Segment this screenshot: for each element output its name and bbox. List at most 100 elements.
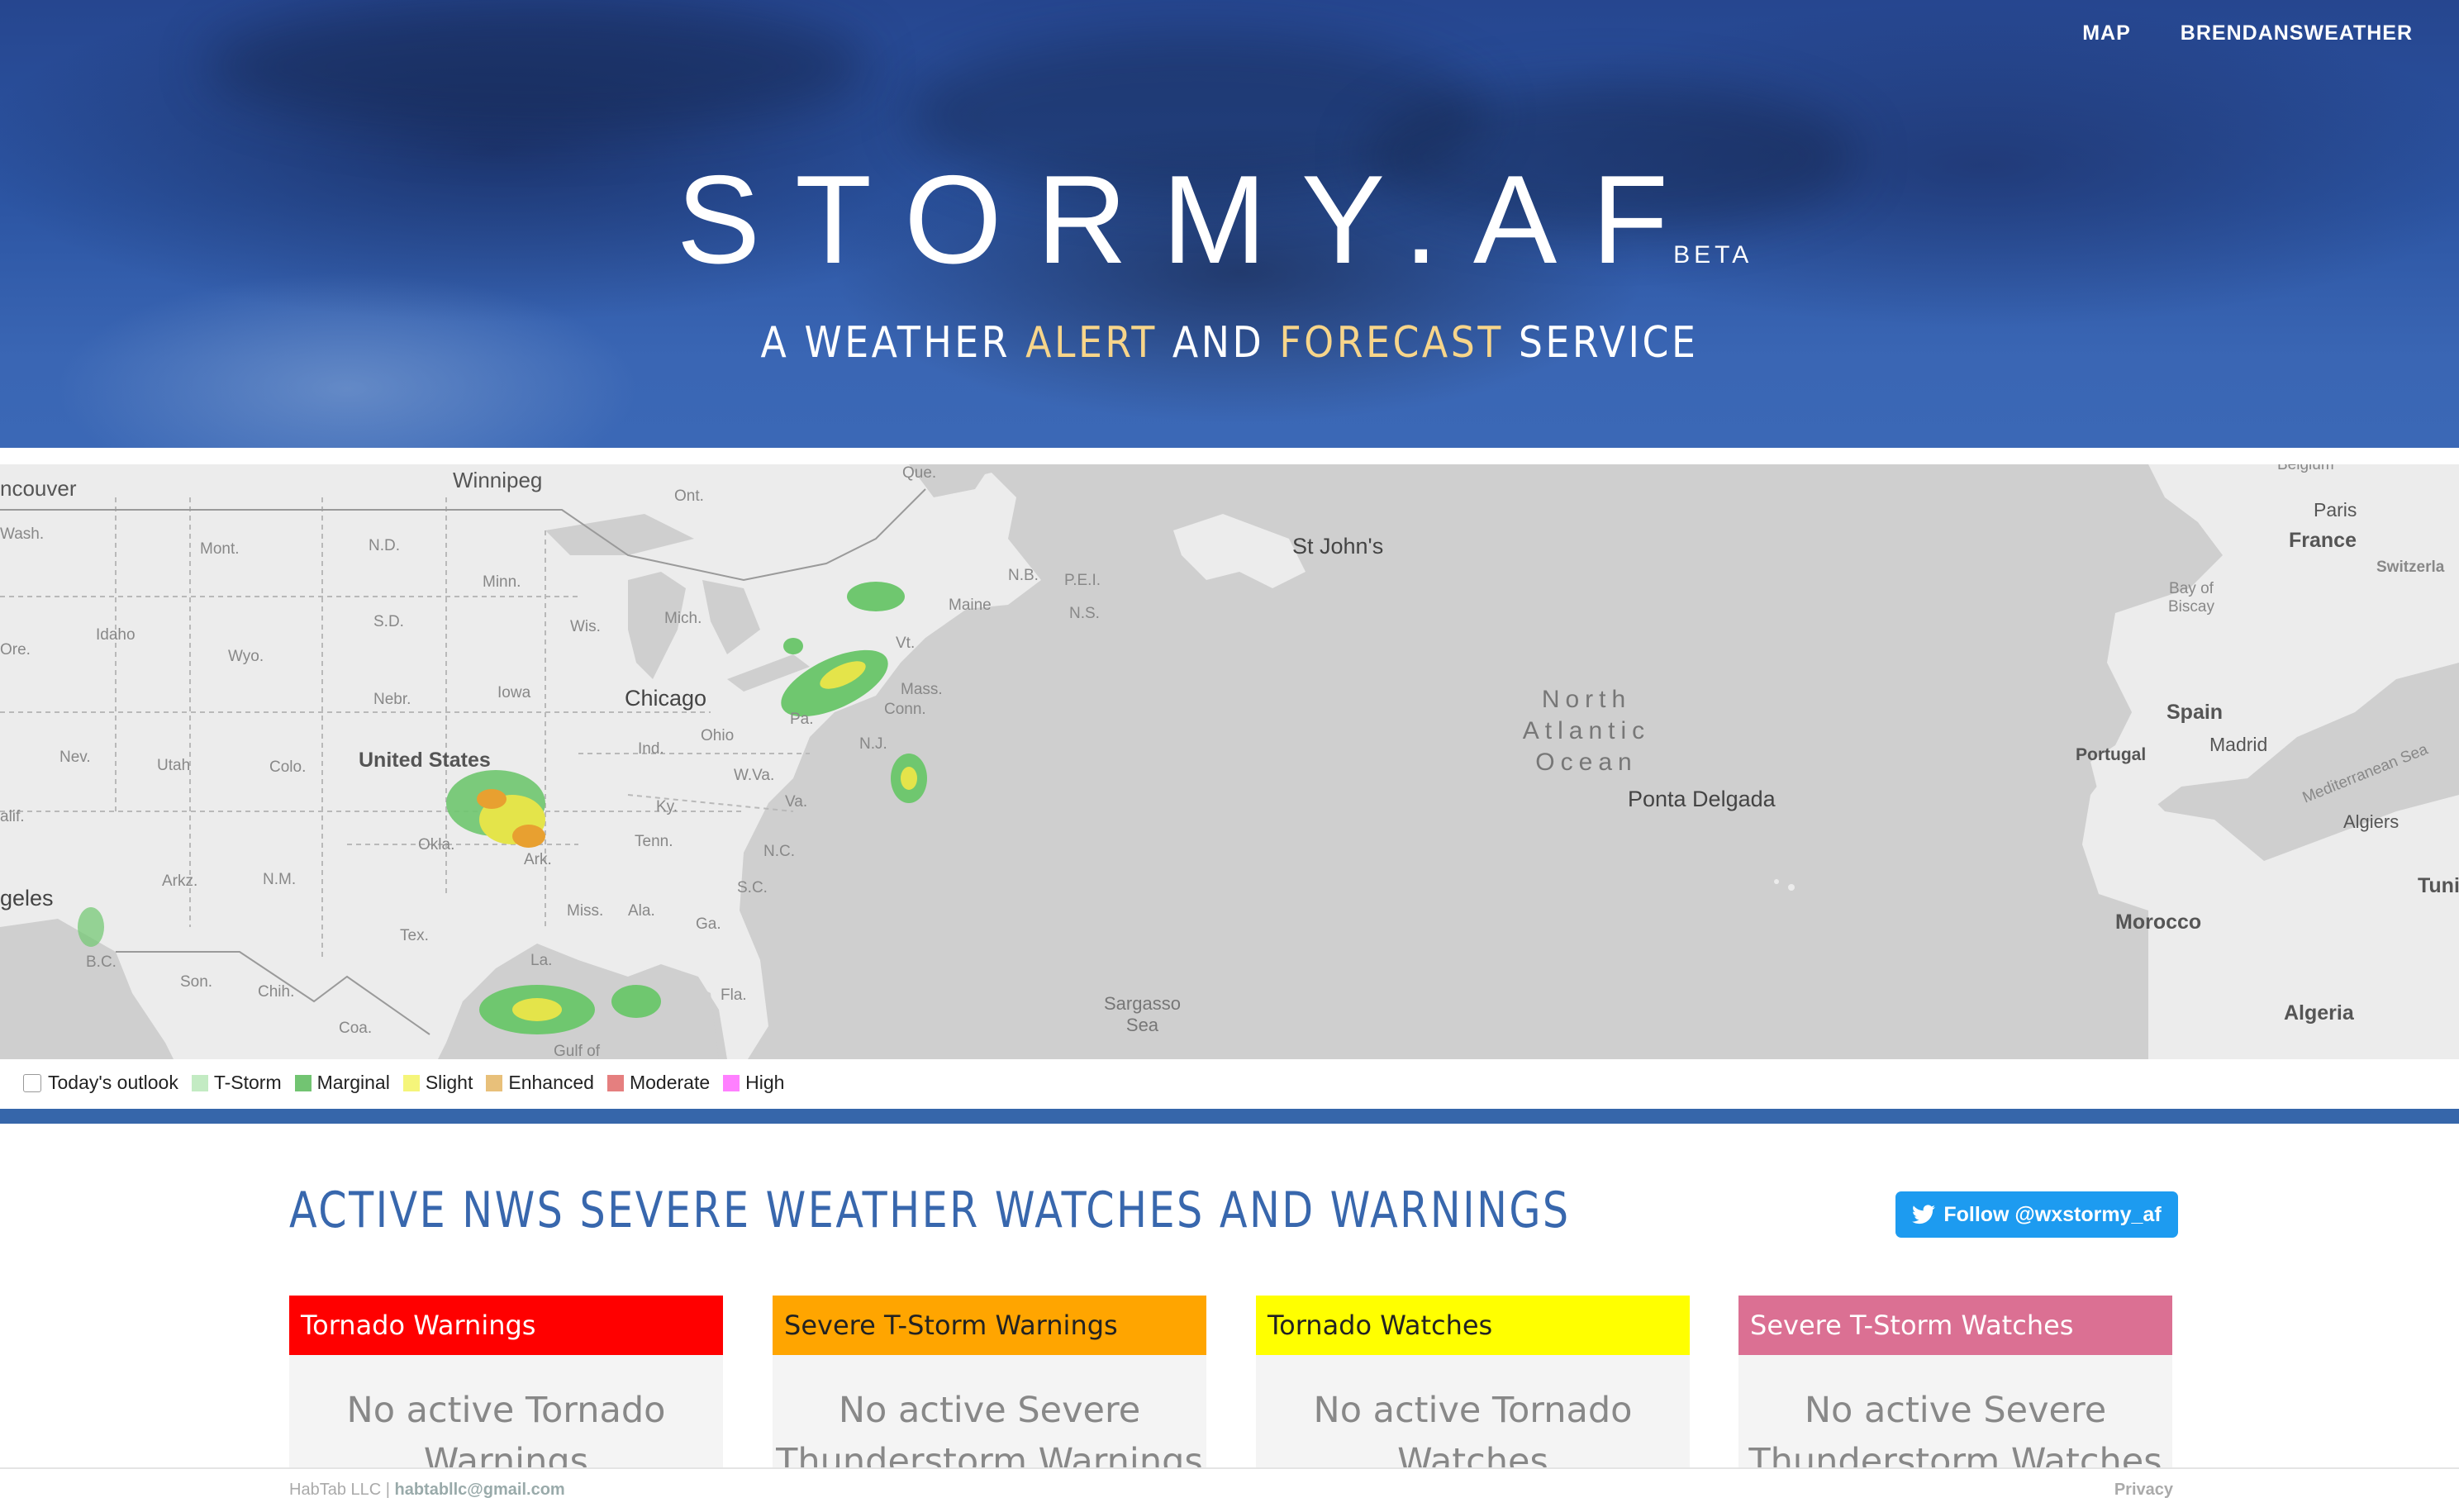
map-label-ala: Ala. bbox=[628, 902, 655, 920]
card-message: Thunderstorm Watches bbox=[1748, 1441, 2162, 1471]
map-label-mass: Mass. bbox=[901, 681, 943, 698]
map-label-ind: Ind. bbox=[638, 740, 664, 758]
beta-badge: BETA bbox=[1673, 241, 1753, 269]
card-header: Severe T-Storm Watches bbox=[1738, 1296, 2172, 1355]
map-label-algiers: Algiers bbox=[2343, 811, 2400, 832]
legend-slight: Slight bbox=[402, 1072, 473, 1094]
map-label-va: Va. bbox=[785, 793, 808, 811]
card-message: Thunderstorm Warnings bbox=[776, 1441, 1203, 1471]
map-label-ore: Ore. bbox=[0, 641, 31, 659]
legend-label: Marginal bbox=[316, 1072, 390, 1093]
map-label-st-johns: St John's bbox=[1292, 534, 1384, 559]
contact-email-link[interactable]: habtabllc@gmail.com bbox=[395, 1481, 565, 1499]
map-label-minn: Minn. bbox=[483, 573, 521, 591]
map-label-spain: Spain bbox=[2166, 701, 2224, 724]
twitter-bird-icon bbox=[1912, 1205, 1936, 1224]
privacy-link[interactable]: Privacy bbox=[2114, 1481, 2173, 1500]
map-label-united-states: United States bbox=[359, 749, 491, 772]
map-label-ponta-delgada: Ponta Delgada bbox=[1628, 787, 1776, 811]
legend-label: Today's outlook bbox=[48, 1072, 178, 1093]
map-label-north-atlantic: North Atlantic Ocean bbox=[1504, 684, 1669, 778]
sargasso-label-line: Sea bbox=[1125, 1015, 1159, 1035]
legend-label: High bbox=[745, 1072, 785, 1093]
tagline-forecast: FORECAST bbox=[1279, 318, 1504, 368]
section-divider bbox=[0, 1109, 2459, 1124]
ocean-label-line: Ocean bbox=[1535, 749, 1638, 776]
map-label-chicago: Chicago bbox=[625, 686, 707, 711]
card-body: No active Severe Thunderstorm Watches bbox=[1738, 1355, 2172, 1471]
card-header: Severe T-Storm Warnings bbox=[773, 1296, 1206, 1355]
legend-label: Enhanced bbox=[508, 1072, 594, 1093]
ocean-label-line: North bbox=[1541, 686, 1632, 713]
map-label-wis: Wis. bbox=[570, 618, 601, 635]
card-message: Warnings bbox=[423, 1441, 589, 1471]
map-label-nev: Nev. bbox=[59, 749, 91, 766]
map-label-morocco: Morocco bbox=[2115, 911, 2202, 934]
map-label-ga: Ga. bbox=[696, 915, 721, 933]
tstorm-swatch bbox=[191, 1074, 208, 1091]
legend-label: Slight bbox=[425, 1072, 473, 1093]
map-label-sc: S.C. bbox=[737, 879, 768, 896]
map-label-conn: Conn. bbox=[884, 701, 926, 718]
tagline-part: AND bbox=[1157, 318, 1280, 368]
map-label-chih: Chih. bbox=[258, 983, 295, 1001]
section-title: ACTIVE NWS SEVERE WEATHER WATCHES AND WA… bbox=[289, 1182, 1571, 1239]
nav-brendansweather-link[interactable]: BRENDANSWEATHER bbox=[2181, 21, 2413, 45]
legend-tstorm: T-Storm bbox=[191, 1072, 282, 1094]
legend-marginal: Marginal bbox=[294, 1072, 390, 1094]
legend-todays-outlook[interactable]: Today's outlook bbox=[23, 1072, 178, 1094]
map-label-bay-of-biscay: Bay of Biscay bbox=[2168, 580, 2214, 616]
map-label-france: France bbox=[2289, 529, 2357, 552]
map-label-algeria: Algeria bbox=[2284, 1001, 2354, 1025]
map-label-paris: Paris bbox=[2314, 499, 2357, 521]
marginal-swatch bbox=[294, 1074, 312, 1091]
azores-island bbox=[1774, 879, 1779, 884]
card-tornado-watches: Tornado Watches No active Tornado Watche… bbox=[1256, 1296, 1690, 1471]
map-label-ont: Ont. bbox=[674, 487, 704, 505]
bay-label-line: Bay of bbox=[2169, 580, 2214, 597]
card-header: Tornado Warnings bbox=[289, 1296, 723, 1355]
follow-label: Follow @wxstormy_af bbox=[1943, 1202, 2162, 1226]
card-message: No active Severe bbox=[1804, 1390, 2107, 1431]
nav-map-link[interactable]: MAP bbox=[2082, 21, 2131, 45]
map-label-madrid: Madrid bbox=[2209, 734, 2268, 755]
map-label-colo: Colo. bbox=[269, 758, 307, 776]
card-body: No active Tornado Warnings bbox=[289, 1355, 723, 1471]
map-label-wva: W.Va. bbox=[734, 767, 775, 784]
todays-outlook-checkbox[interactable] bbox=[23, 1073, 41, 1092]
enhanced-swatch bbox=[486, 1074, 503, 1091]
cloud-shape bbox=[207, 0, 868, 132]
map-label-sargasso-sea: Sargasso Sea bbox=[1104, 993, 1181, 1036]
moderate-swatch bbox=[606, 1074, 624, 1091]
map-label-nc: N.C. bbox=[763, 843, 795, 860]
map-label-belgium: Belgium bbox=[2277, 464, 2334, 473]
card-body: No active Severe Thunderstorm Warnings bbox=[773, 1355, 1206, 1471]
outlook-legend: Today's outlook T-Storm Marginal Slight … bbox=[23, 1072, 797, 1094]
map-label-tenn: Tenn. bbox=[635, 833, 673, 850]
tagline-part: A WEATHER bbox=[760, 318, 1026, 368]
legend-enhanced: Enhanced bbox=[486, 1072, 594, 1094]
map-label-los-angeles: geles bbox=[0, 886, 54, 911]
map-label-switzerland: Switzerla bbox=[2376, 559, 2445, 576]
map-label-ns: N.S. bbox=[1069, 605, 1100, 622]
map-label-arkz: Arkz. bbox=[162, 872, 198, 890]
map-label-iowa: Iowa bbox=[497, 684, 531, 701]
card-tornado-warnings: Tornado Warnings No active Tornado Warni… bbox=[289, 1296, 723, 1471]
legend-label: Moderate bbox=[629, 1072, 711, 1093]
map-label-maine: Maine bbox=[949, 597, 992, 614]
tagline-alert: ALERT bbox=[1025, 318, 1158, 368]
map-label-pa: Pa. bbox=[790, 711, 814, 728]
map-label-okla: Okla. bbox=[418, 836, 455, 853]
newfoundland bbox=[1173, 514, 1306, 588]
map-label-fla: Fla. bbox=[721, 987, 747, 1004]
map-label-tex: Tex. bbox=[400, 927, 429, 944]
map-label-ark: Ark. bbox=[524, 851, 552, 868]
map-label-son: Son. bbox=[180, 973, 213, 991]
footer-company: HabTab LLC | habtabllc@gmail.com bbox=[289, 1481, 565, 1500]
card-severe-tstorm-watches: Severe T-Storm Watches No active Severe … bbox=[1738, 1296, 2172, 1471]
radar-map[interactable]: Winnipeg ncouver Wash. Mont. N.D. Minn. … bbox=[0, 464, 2459, 1059]
map-label-idaho: Idaho bbox=[96, 626, 136, 644]
sargasso-label-line: Sargasso bbox=[1104, 993, 1181, 1014]
twitter-follow-button[interactable]: Follow @wxstormy_af bbox=[1895, 1191, 2178, 1238]
tagline: A WEATHER ALERT AND FORECAST SERVICE bbox=[148, 318, 2312, 368]
